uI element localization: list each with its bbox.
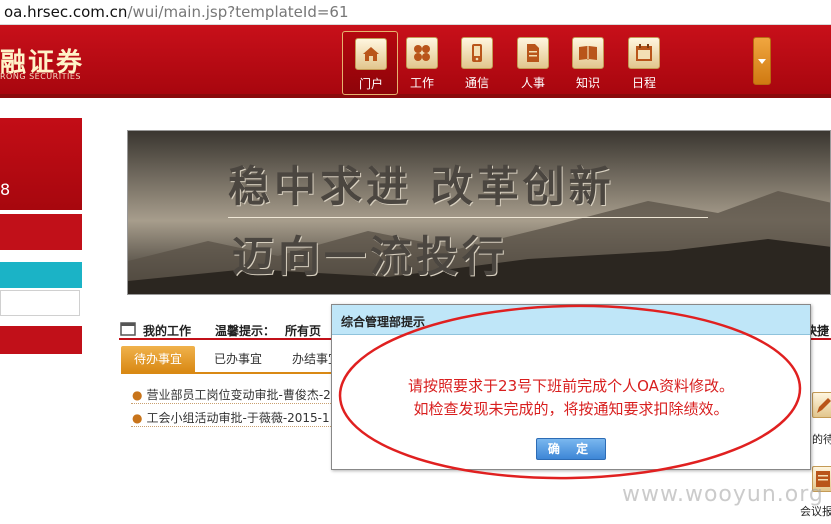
nav-item-knowledge[interactable]: 知识 <box>560 31 616 95</box>
list-item[interactable]: ● 营业部员工岗位变动审批-曹俊杰-2 <box>132 386 331 403</box>
pen-icon[interactable] <box>812 392 831 418</box>
phone-icon <box>472 44 482 62</box>
app-header: 融证券 RONG SECURITIES 门户 工作 通信 人事 知识 日程 <box>0 25 831 98</box>
tip-label: 温馨提示： <box>215 324 276 338</box>
home-icon <box>363 47 379 61</box>
document-icon <box>527 44 539 62</box>
nav-label: 知识 <box>575 76 600 90</box>
sidebar-item[interactable] <box>0 326 82 354</box>
calendar-icon <box>636 44 652 61</box>
nav-label: 门户 <box>358 77 383 91</box>
sidebar-input[interactable] <box>0 290 80 316</box>
book-icon <box>579 46 597 60</box>
my-work-title: 我的工作 <box>143 324 192 338</box>
divider <box>131 403 331 404</box>
nav-item-hr[interactable]: 人事 <box>505 31 561 95</box>
bullet-icon: ● <box>132 411 143 425</box>
sidebar-item[interactable] <box>0 214 82 250</box>
address-bar[interactable]: oa.hrsec.com.cn/wui/main.jsp?templateId=… <box>0 0 831 25</box>
task-title: 工会小组活动审批-于薇薇-2015-1 <box>146 411 330 425</box>
watermark: www.wooyun.org <box>622 482 824 507</box>
chevron-down-icon <box>758 59 766 64</box>
tab-underline <box>121 372 331 374</box>
url-text: oa.hrsec.com.cn/wui/main.jsp?templateId=… <box>4 3 349 21</box>
dialog-titlebar[interactable]: 综合管理部提示 <box>332 305 810 335</box>
window-icon <box>120 322 136 336</box>
banner-divider <box>228 217 708 218</box>
dialog-title: 综合管理部提示 <box>341 315 426 329</box>
portal-banner: 稳中求进 改革创新 迈向一流投行 <box>127 130 831 295</box>
sidebar-panel <box>0 118 82 210</box>
tip-text: 所有页 <box>285 324 322 338</box>
sidebar-item-selected[interactable] <box>0 262 82 288</box>
shortcut-label[interactable]: 的待 <box>812 431 831 447</box>
nav-item-portal[interactable]: 门户 <box>342 31 398 95</box>
nav-more-button[interactable] <box>753 37 771 85</box>
nav-label: 日程 <box>631 76 656 90</box>
nav-label: 人事 <box>520 76 545 90</box>
sidebar-glyph: 8 <box>0 180 11 199</box>
tab-pending[interactable]: 待办事宜 <box>121 346 195 372</box>
dialog-message-line-2: 如检查发现未完成的，将按通知要求扣除绩效。 <box>413 400 729 418</box>
ok-button[interactable]: 确 定 <box>536 438 606 460</box>
bullet-icon: ● <box>132 388 143 402</box>
task-title: 营业部员工岗位变动审批-曹俊杰-2 <box>146 388 331 402</box>
dialog-message-line-1: 请按照要求于23号下班前完成个人OA资料修改。 <box>408 377 734 395</box>
tab-done[interactable]: 已办事宜 <box>203 346 273 372</box>
nav-item-schedule[interactable]: 日程 <box>616 31 672 95</box>
nav-label: 通信 <box>464 76 489 90</box>
nav-item-work[interactable]: 工作 <box>394 31 450 95</box>
logo-subtitle: RONG SECURITIES <box>0 72 81 81</box>
notice-dialog: 综合管理部提示 请按照要求于23号下班前完成个人OA资料修改。 如检查发现未完成… <box>331 304 811 470</box>
nav-label: 工作 <box>409 76 434 90</box>
banner-slogan-1: 稳中求进 改革创新 <box>228 162 615 211</box>
list-item[interactable]: ● 工会小组活动审批-于薇薇-2015-1 <box>132 409 330 426</box>
nav-item-communication[interactable]: 通信 <box>449 31 505 95</box>
work-icon <box>414 45 430 61</box>
banner-slogan-2: 迈向一流投行 <box>232 232 509 281</box>
divider <box>131 426 331 427</box>
